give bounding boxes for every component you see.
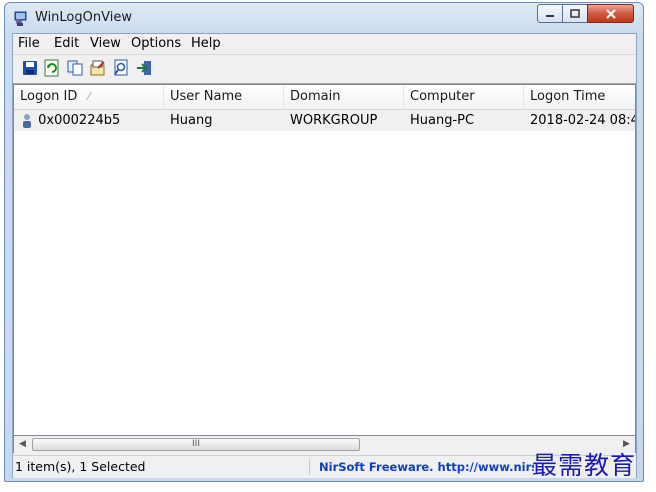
column-header-user-name[interactable]: User Name xyxy=(164,85,284,109)
column-header-domain[interactable]: Domain xyxy=(284,85,404,109)
table-row[interactable]: 0x000224b5 Huang WORKGROUP Huang-PC 2018… xyxy=(14,110,635,131)
menu-edit[interactable]: Edit xyxy=(54,36,79,51)
menu-file[interactable]: File xyxy=(18,36,40,51)
column-header-logon-id[interactable]: Logon ID ⁄ xyxy=(14,85,164,109)
sort-arrow-icon: ⁄ xyxy=(88,90,90,103)
cell-computer: Huang-PC xyxy=(410,113,475,128)
exit-icon[interactable] xyxy=(135,59,153,77)
properties-icon[interactable] xyxy=(89,59,107,77)
cell-logon-time: 2018-02-24 08:4... xyxy=(530,113,635,128)
cell-logon-id: 0x000224b5 xyxy=(14,110,164,131)
close-icon xyxy=(605,8,616,19)
cell-user-name: Huang xyxy=(170,113,213,128)
user-icon xyxy=(20,113,34,129)
menu-help[interactable]: Help xyxy=(191,36,221,51)
column-header-logon-time[interactable]: Logon Time xyxy=(524,85,635,109)
maximize-button[interactable] xyxy=(562,4,588,23)
minimize-button[interactable] xyxy=(537,4,563,23)
menu-options[interactable]: Options xyxy=(131,36,181,51)
logon-list[interactable]: Logon ID ⁄ User Name Domain Computer Log… xyxy=(13,84,636,436)
find-icon[interactable] xyxy=(112,59,130,77)
window-title: WinLogOnView xyxy=(35,10,132,25)
title-bar[interactable]: WinLogOnView xyxy=(5,3,643,33)
status-credit-link[interactable]: NirSoft Freeware. http://www.nirsoft.net xyxy=(319,459,534,475)
toolbar xyxy=(13,55,636,84)
status-item-count: 1 item(s), 1 Selected xyxy=(15,459,310,475)
column-header-computer[interactable]: Computer xyxy=(404,85,524,109)
watermark: 最需教育 xyxy=(532,451,637,480)
cell-domain: WORKGROUP xyxy=(290,113,378,128)
maximize-icon xyxy=(570,9,580,18)
close-button[interactable] xyxy=(587,4,634,23)
menu-bar: File Edit View Options Help xyxy=(13,34,636,55)
scroll-thumb[interactable]: III xyxy=(32,438,360,451)
copy-icon[interactable] xyxy=(66,59,84,77)
menu-view[interactable]: View xyxy=(90,36,121,51)
minimize-icon xyxy=(546,14,554,17)
list-header: Logon ID ⁄ User Name Domain Computer Log… xyxy=(14,85,635,110)
client-area: File Edit View Options Help Logon ID ⁄ U… xyxy=(12,33,637,478)
refresh-icon[interactable] xyxy=(43,59,61,77)
save-icon[interactable] xyxy=(21,59,39,77)
app-icon xyxy=(13,10,29,26)
scroll-left-icon[interactable]: ◀ xyxy=(14,436,31,453)
app-window: WinLogOnView File Edit View Options Help xyxy=(4,2,644,482)
